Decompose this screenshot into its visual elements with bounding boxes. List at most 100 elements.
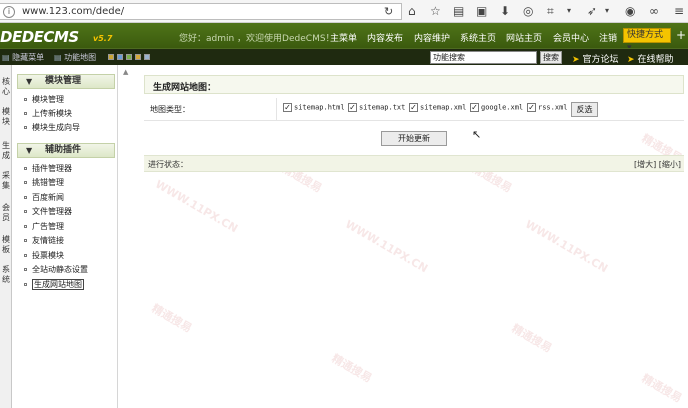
sidebar-item-module-wizard[interactable]: 模块生成向导 [24, 122, 80, 134]
sidebar-item-plugin-manager[interactable]: 插件管理器 [24, 163, 72, 175]
sidebar-item-friend-links[interactable]: 友情链接 [24, 235, 64, 247]
info-icon[interactable]: i [3, 6, 15, 18]
star-icon[interactable]: ☆ [430, 4, 441, 18]
reload-icon[interactable]: ↻ [384, 5, 393, 18]
sidebar: ▼ 模块管理 模块管理 上传新模块 模块生成向导 ▼ 辅助插件 插件管理器 挑错… [13, 65, 118, 408]
sidebar-item-vote-module[interactable]: 投票模块 [24, 250, 64, 262]
nav-content-publish[interactable]: 内容发布 [367, 31, 403, 44]
bookmark-icon[interactable]: ▤ [453, 4, 464, 18]
cms-toolbar: ▤ 隐藏菜单 ▤ 功能地图 功能搜索 搜索 ➤ 官方论坛 ➤ 在线帮助 [0, 48, 688, 65]
nav-site-home[interactable]: 网站主页 [506, 31, 542, 44]
option-sitemap-html[interactable]: ✓ sitemap.html [283, 103, 345, 112]
glasses-icon[interactable]: ∞ [649, 4, 659, 18]
vertical-tabs: 核心 模块 生成 采集 会员 模板 系统 [0, 65, 12, 408]
skin-swatch-5[interactable] [144, 54, 150, 60]
official-forum-link[interactable]: ➤ 官方论坛 [572, 52, 619, 65]
invert-selection-button[interactable]: 反选 [571, 102, 598, 117]
nav-content-maintain[interactable]: 内容维护 [414, 31, 450, 44]
option-rss-xml[interactable]: ✓ rss.xml [527, 103, 568, 112]
page-title-bar: 生成网站地图： [144, 75, 684, 94]
reader-icon[interactable]: ▣ [476, 4, 487, 18]
function-search-input[interactable]: 功能搜索 [430, 51, 537, 64]
nav-logout[interactable]: 注销 [599, 31, 617, 44]
tab-module[interactable]: 模块 [0, 107, 12, 127]
checkbox-rss-xml[interactable]: ✓ [527, 103, 536, 112]
download-icon[interactable]: ⬇ [500, 4, 510, 18]
sidebar-item-label: 文件管理器 [32, 207, 72, 216]
menu-icon: ▤ [2, 53, 10, 62]
shield-icon[interactable]: ◎ [523, 4, 533, 18]
crop-icon[interactable]: ⌗ [547, 4, 554, 18]
nav-system-home[interactable]: 系统主页 [460, 31, 496, 44]
quick-menu-button[interactable]: 快捷方式 ▾ [623, 28, 671, 53]
tab-template[interactable]: 模板 [0, 235, 12, 255]
skin-swatch-2[interactable] [117, 54, 123, 60]
checkbox-sitemap-html[interactable]: ✓ [283, 103, 292, 112]
search-button[interactable]: 搜索 [540, 51, 562, 64]
bullet-icon [24, 167, 27, 170]
home-icon[interactable]: ⌂ [408, 4, 416, 18]
scroll-up-icon[interactable]: ▲ [123, 68, 128, 76]
frame-gap [119, 65, 143, 408]
quick-menu-label: 快捷方式 [627, 30, 664, 40]
sidebar-item-ad-manage[interactable]: 广告管理 [24, 221, 64, 233]
nav-main-menu[interactable]: 主菜单 [330, 31, 357, 44]
start-update-button[interactable]: 开始更新 [381, 131, 447, 146]
skin-swatch-1[interactable] [108, 54, 114, 60]
checkbox-google-xml[interactable]: ✓ [470, 103, 479, 112]
section-title: 模块管理 [45, 76, 82, 86]
sidebar-item-label: 上传新模块 [32, 109, 72, 118]
tab-core[interactable]: 核心 [0, 77, 12, 97]
sidebar-item-baidu-news[interactable]: 百度新闻 [24, 192, 64, 204]
mouse-cursor-icon: ↖ [472, 128, 482, 141]
sidebar-section-plugins[interactable]: ▼ 辅助插件 [17, 143, 115, 158]
official-forum-label: 官方论坛 [582, 55, 619, 65]
function-map-link[interactable]: ▤ 功能地图 [54, 52, 96, 63]
sidebar-item-error-manage[interactable]: 挑错管理 [24, 177, 64, 189]
sidebar-item-static-settings[interactable]: 全站动静态设置 [24, 264, 88, 276]
hide-menu-link[interactable]: ▤ 隐藏菜单 [2, 52, 44, 63]
address-bar[interactable]: i www.123.com/dede/ ↻ [0, 3, 402, 20]
sidebar-section-module-manage[interactable]: ▼ 模块管理 [17, 74, 115, 89]
skin-swatch-3[interactable] [126, 54, 132, 60]
option-label: google.xml [481, 103, 524, 112]
address-url[interactable]: www.123.com/dede/ [22, 6, 124, 17]
tab-system[interactable]: 系统 [0, 265, 12, 285]
option-google-xml[interactable]: ✓ google.xml [470, 103, 523, 112]
sidebar-item-upload-module[interactable]: 上传新模块 [24, 108, 72, 120]
map-type-row: 地图类型： ✓ sitemap.html ✓ sitemap.txt ✓ sitema… [144, 98, 684, 121]
plus-icon[interactable]: + [676, 28, 686, 42]
tab-collect[interactable]: 采集 [0, 171, 12, 191]
sidebar-item-module-manage[interactable]: 模块管理 [24, 94, 64, 106]
sidebar-item-file-manager[interactable]: 文件管理器 [24, 206, 72, 218]
hide-menu-label: 隐藏菜单 [12, 53, 45, 62]
zoom-in-link[interactable]: [增大] [634, 160, 656, 169]
tab-generate[interactable]: 生成 [0, 141, 12, 161]
bullet-icon [24, 283, 27, 286]
page-title: 生成网站地图： [153, 83, 217, 93]
cms-header: DEDECMS v5.7 您好：admin ，欢迎使用DedeCMS！ 主菜单 … [0, 23, 688, 53]
skin-swatch-4[interactable] [135, 54, 141, 60]
sidebar-item-label: 全站动静态设置 [32, 265, 88, 274]
dropdown-icon[interactable]: ▾ [567, 4, 571, 18]
checkbox-sitemap-xml[interactable]: ✓ [409, 103, 418, 112]
dropdown-icon[interactable]: ▾ [605, 4, 609, 18]
option-sitemap-txt[interactable]: ✓ sitemap.txt [348, 103, 405, 112]
arrow-icon[interactable]: ➶ [587, 4, 597, 18]
row-divider [276, 98, 277, 121]
globe-icon[interactable]: ◉ [625, 4, 635, 18]
sidebar-item-generate-sitemap[interactable]: 生成网站地图 [24, 279, 84, 291]
zoom-out-link[interactable]: [缩小] [659, 160, 681, 169]
checkbox-sitemap-txt[interactable]: ✓ [348, 103, 357, 112]
online-help-link[interactable]: ➤ 在线帮助 [627, 52, 674, 65]
menu-icon[interactable]: ≡ [674, 4, 684, 18]
function-map-label: 功能地图 [64, 53, 97, 62]
tab-member[interactable]: 会员 [0, 203, 12, 223]
collapse-arrow-icon: ▼ [26, 146, 33, 155]
welcome-text: 您好：admin ，欢迎使用DedeCMS！ [179, 34, 335, 44]
online-help-label: 在线帮助 [637, 55, 674, 65]
option-sitemap-xml[interactable]: ✓ sitemap.xml [409, 103, 466, 112]
bullet-icon [24, 239, 27, 242]
progress-status-bar: 进行状态： [增大] [缩小] [144, 155, 684, 172]
nav-member-center[interactable]: 会员中心 [553, 31, 589, 44]
